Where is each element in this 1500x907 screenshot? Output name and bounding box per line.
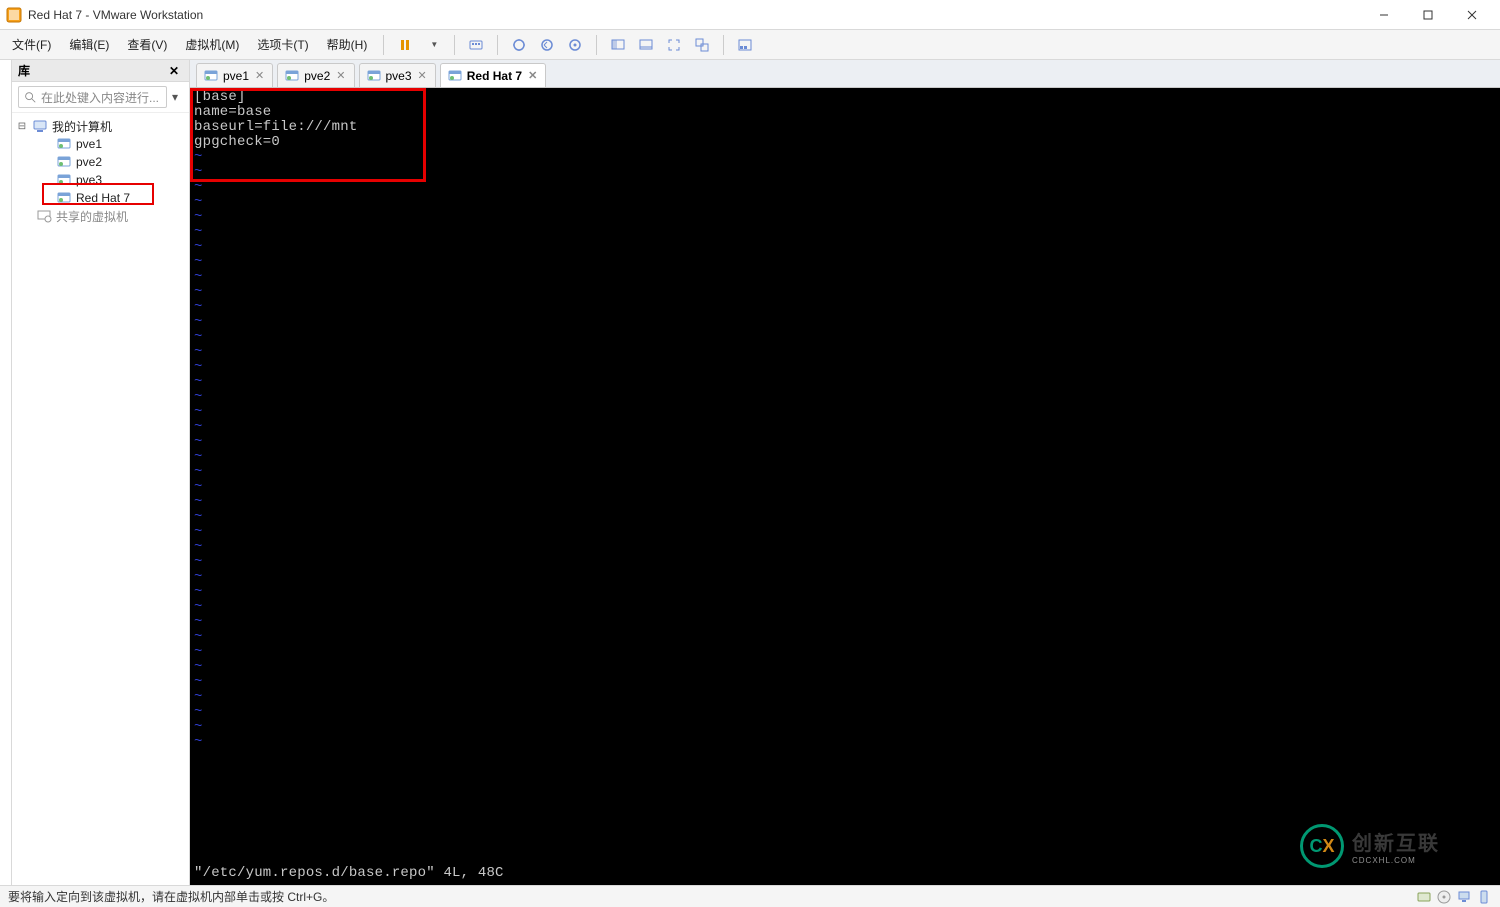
tab-pve1[interactable]: pve1 ✕	[196, 63, 273, 87]
send-keys-icon[interactable]	[463, 32, 489, 58]
statusbar-text: 要将输入定向到该虚拟机，请在虚拟机内部单击或按 Ctrl+G。	[8, 888, 334, 905]
statusbar: 要将输入定向到该虚拟机，请在虚拟机内部单击或按 Ctrl+G。	[0, 885, 1500, 907]
thumbnail-bar-icon[interactable]	[732, 32, 758, 58]
sidebar-header: 库 ✕	[12, 60, 189, 82]
menu-tabs[interactable]: 选项卡(T)	[249, 32, 316, 57]
power-dropdown-icon[interactable]: ▼	[420, 32, 446, 58]
fit-guest-icon[interactable]	[605, 32, 631, 58]
toolbar-separator	[383, 35, 384, 55]
vm-icon	[56, 190, 72, 206]
tree-label: 我的计算机	[52, 118, 112, 135]
terminal-content: [base] name=base baseurl=file:///mnt gpg…	[194, 90, 1496, 883]
tab-close-icon[interactable]: ✕	[334, 69, 347, 82]
status-cd-icon[interactable]	[1436, 889, 1452, 905]
tree-root-my-computer[interactable]: ⊟ 我的计算机	[12, 117, 189, 135]
tree-label: 共享的虚拟机	[56, 208, 128, 225]
shared-vm-icon	[36, 208, 52, 224]
menu-file[interactable]: 文件(F)	[4, 32, 59, 57]
sidebar-title: 库	[18, 62, 30, 79]
tree-item-pve1[interactable]: pve1	[12, 135, 189, 153]
vm-icon	[56, 172, 72, 188]
tab-close-icon[interactable]: ✕	[416, 69, 429, 82]
library-sidebar: 库 ✕ 在此处键入内容进行... ▾ ⊟ 我的计算机 pve1 pve2	[12, 60, 190, 885]
watermark-logo: CX 创新互联 CDCXHL.COM	[1300, 821, 1490, 871]
tab-pve2[interactable]: pve2 ✕	[277, 63, 354, 87]
search-input[interactable]: 在此处键入内容进行...	[18, 86, 167, 108]
snapshot-revert-icon[interactable]	[534, 32, 560, 58]
snapshot-take-icon[interactable]	[506, 32, 532, 58]
menu-help[interactable]: 帮助(H)	[319, 32, 376, 57]
tree-label: pve3	[76, 173, 102, 187]
app-icon	[6, 7, 22, 23]
sidebar-search-row: 在此处键入内容进行... ▾	[12, 82, 189, 113]
menubar: 文件(F) 编辑(E) 查看(V) 虚拟机(M) 选项卡(T) 帮助(H) ▼	[0, 30, 1500, 60]
tree-label: Red Hat 7	[76, 191, 130, 205]
watermark-brand: 创新互联	[1352, 827, 1440, 856]
status-usb-icon[interactable]	[1476, 889, 1492, 905]
content-area: pve1 ✕ pve2 ✕ pve3 ✕ Red Hat 7 ✕ [base] …	[190, 60, 1500, 885]
vm-console-terminal[interactable]: [base] name=base baseurl=file:///mnt gpg…	[190, 88, 1500, 885]
status-disk-icon[interactable]	[1416, 889, 1432, 905]
watermark-sub: CDCXHL.COM	[1352, 856, 1440, 865]
tree-shared-vms[interactable]: 共享的虚拟机	[12, 207, 189, 225]
vm-icon	[56, 136, 72, 152]
vim-status-line: "/etc/yum.repos.d/base.repo" 4L, 48C	[194, 866, 504, 881]
toolbar-separator	[596, 35, 597, 55]
tab-close-icon[interactable]: ✕	[253, 69, 266, 82]
toolbar-separator	[723, 35, 724, 55]
menu-view[interactable]: 查看(V)	[119, 32, 175, 57]
watermark-logo-icon: CX	[1300, 824, 1344, 868]
status-network-icon[interactable]	[1456, 889, 1472, 905]
sidebar-close-icon[interactable]: ✕	[165, 64, 183, 78]
tab-close-icon[interactable]: ✕	[526, 69, 539, 82]
tab-label: Red Hat 7	[467, 69, 522, 83]
snapshot-manager-icon[interactable]	[562, 32, 588, 58]
tree-item-pve2[interactable]: pve2	[12, 153, 189, 171]
fullscreen-icon[interactable]	[661, 32, 687, 58]
tab-redhat7[interactable]: Red Hat 7 ✕	[440, 63, 547, 87]
tab-pve3[interactable]: pve3 ✕	[359, 63, 436, 87]
menu-edit[interactable]: 编辑(E)	[61, 32, 117, 57]
vm-icon	[203, 68, 219, 84]
tree-item-pve3[interactable]: pve3	[12, 171, 189, 189]
vm-icon	[447, 68, 463, 84]
computer-icon	[32, 118, 48, 134]
close-button[interactable]	[1450, 0, 1494, 29]
search-placeholder: 在此处键入内容进行...	[41, 89, 162, 106]
tab-label: pve2	[304, 69, 330, 83]
window-title: Red Hat 7 - VMware Workstation	[28, 8, 203, 22]
minimize-button[interactable]	[1362, 0, 1406, 29]
tab-label: pve1	[223, 69, 249, 83]
pause-icon[interactable]	[392, 32, 418, 58]
vm-tabbar: pve1 ✕ pve2 ✕ pve3 ✕ Red Hat 7 ✕	[190, 60, 1500, 88]
unity-icon[interactable]	[689, 32, 715, 58]
expand-toggle-icon[interactable]: ⊟	[16, 121, 28, 132]
tab-label: pve3	[386, 69, 412, 83]
maximize-button[interactable]	[1406, 0, 1450, 29]
highlight-annotation	[190, 88, 426, 182]
window-titlebar: Red Hat 7 - VMware Workstation	[0, 0, 1500, 30]
menu-vm[interactable]: 虚拟机(M)	[177, 32, 247, 57]
vm-icon	[56, 154, 72, 170]
tree-label: pve2	[76, 155, 102, 169]
tree-label: pve1	[76, 137, 102, 151]
vm-icon	[284, 68, 300, 84]
left-dock-strip	[0, 60, 12, 885]
toolbar-separator	[454, 35, 455, 55]
console-view-icon[interactable]	[633, 32, 659, 58]
vm-icon	[366, 68, 382, 84]
library-tree: ⊟ 我的计算机 pve1 pve2 pve3 Red Hat 7	[12, 113, 189, 229]
toolbar-separator	[497, 35, 498, 55]
tree-item-redhat7[interactable]: Red Hat 7	[12, 189, 189, 207]
search-icon	[23, 90, 37, 104]
search-dropdown-icon[interactable]: ▾	[167, 90, 183, 104]
